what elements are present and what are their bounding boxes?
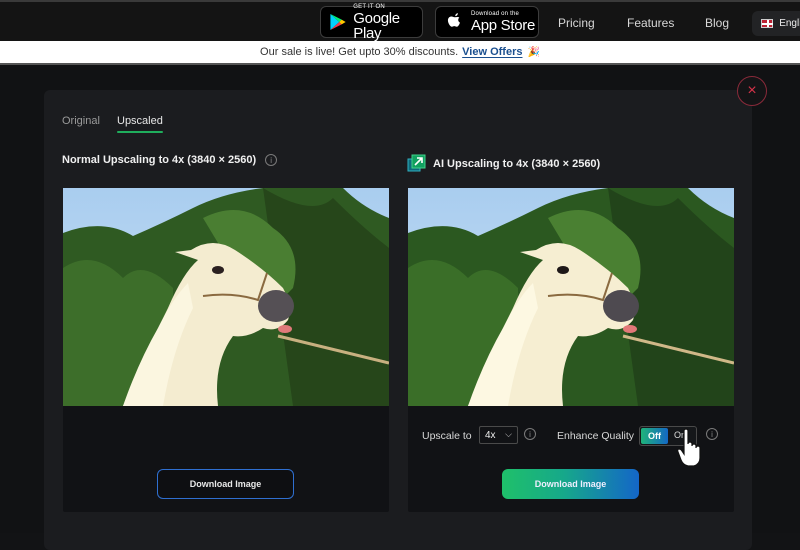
tab-upscaled[interactable]: Upscaled [117, 115, 163, 133]
promo-text: Our sale is live! Get upto 30% discounts… [260, 46, 459, 58]
normal-upscale-panel: Download Image [63, 188, 389, 512]
app-store-button[interactable]: Download on the App Store [435, 6, 539, 38]
tab-original[interactable]: Original [62, 115, 100, 127]
nav-link-pricing[interactable]: Pricing [558, 16, 595, 30]
party-popper-icon: 🎉 [527, 46, 540, 58]
toggle-on-option[interactable]: On [674, 430, 686, 440]
upscale-factor-value: 4x [485, 429, 496, 441]
ai-upscaling-title: AI Upscaling to 4x (3840 × 2560) [433, 157, 601, 170]
app-store-label: App Store [471, 17, 536, 34]
ai-upscaling-heading: AI Upscaling to 4x (3840 × 2560) [407, 154, 600, 173]
normal-upscaling-heading: Normal Upscaling to 4x (3840 × 2560) i [62, 154, 278, 166]
normal-upscaled-image [63, 188, 389, 406]
download-normal-image-button[interactable]: Download Image [157, 469, 294, 499]
language-selector[interactable]: English [752, 11, 800, 36]
enhance-quality-label: Enhance Quality [557, 430, 635, 442]
info-icon[interactable]: i [265, 154, 278, 166]
enhance-info-icon[interactable]: i [706, 428, 718, 440]
upscale-to-label: Upscale to [422, 430, 472, 442]
top-navigation-bar: GET IT ON Google Play Download on the Ap… [0, 0, 800, 41]
toggle-off-option[interactable]: Off [641, 428, 668, 444]
language-label: English [779, 18, 800, 29]
promo-banner: Our sale is live! Get upto 30% discounts… [0, 41, 800, 65]
apple-icon [447, 13, 460, 27]
google-play-button[interactable]: GET IT ON Google Play [320, 3, 423, 42]
close-icon: × [747, 82, 757, 99]
google-play-label: Google Play [353, 9, 400, 42]
ai-upscale-icon [407, 154, 426, 172]
nav-link-features[interactable]: Features [627, 16, 674, 30]
google-play-caption: GET IT ON [353, 3, 385, 10]
view-offers-link[interactable]: View Offers [462, 46, 522, 58]
upscale-factor-select[interactable]: 4x ⌵ [479, 426, 518, 444]
chevron-down-icon: ⌵ [505, 429, 512, 439]
ai-upscale-panel: Upscale to 4x ⌵ i Enhance Quality Off On… [408, 188, 734, 512]
enhance-quality-toggle[interactable]: Off On [639, 426, 697, 446]
ai-upscaled-image [408, 188, 734, 406]
download-ai-image-button[interactable]: Download Image [502, 469, 639, 499]
close-button[interactable]: × [737, 76, 767, 106]
uk-flag-icon [761, 19, 774, 28]
nav-link-blog[interactable]: Blog [705, 16, 729, 30]
google-play-icon [330, 13, 346, 31]
normal-upscaling-title: Normal Upscaling to 4x (3840 × 2560) [62, 154, 257, 166]
upscale-info-icon[interactable]: i [524, 428, 536, 440]
ai-upscale-controls: Upscale to 4x ⌵ i Enhance Quality Off On… [408, 426, 734, 446]
